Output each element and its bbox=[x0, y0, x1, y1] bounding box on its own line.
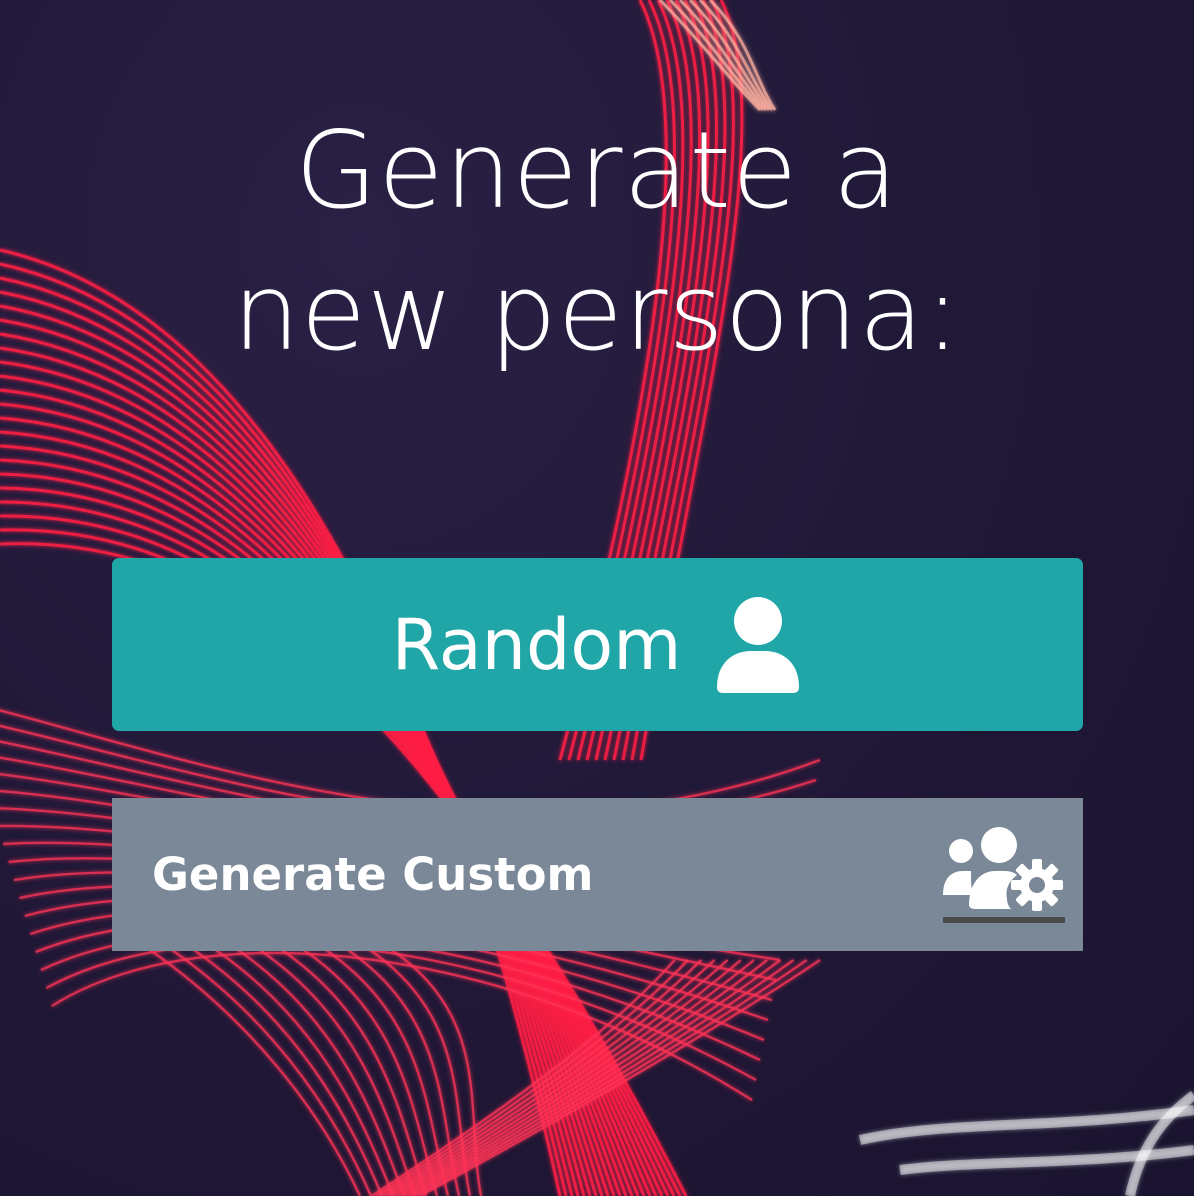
page-title-line-2: new persona: bbox=[232, 251, 962, 374]
page-title-line-1: Generate a bbox=[295, 109, 899, 232]
generate-custom-button[interactable]: Generate Custom bbox=[112, 798, 1083, 951]
random-button-label: Random bbox=[391, 603, 682, 686]
random-persona-button[interactable]: Random bbox=[112, 558, 1083, 731]
users-gear-icon bbox=[943, 826, 1065, 923]
page-title: Generate a new persona: bbox=[0, 100, 1194, 384]
user-icon bbox=[717, 596, 800, 693]
generate-custom-label: Generate Custom bbox=[152, 848, 594, 901]
